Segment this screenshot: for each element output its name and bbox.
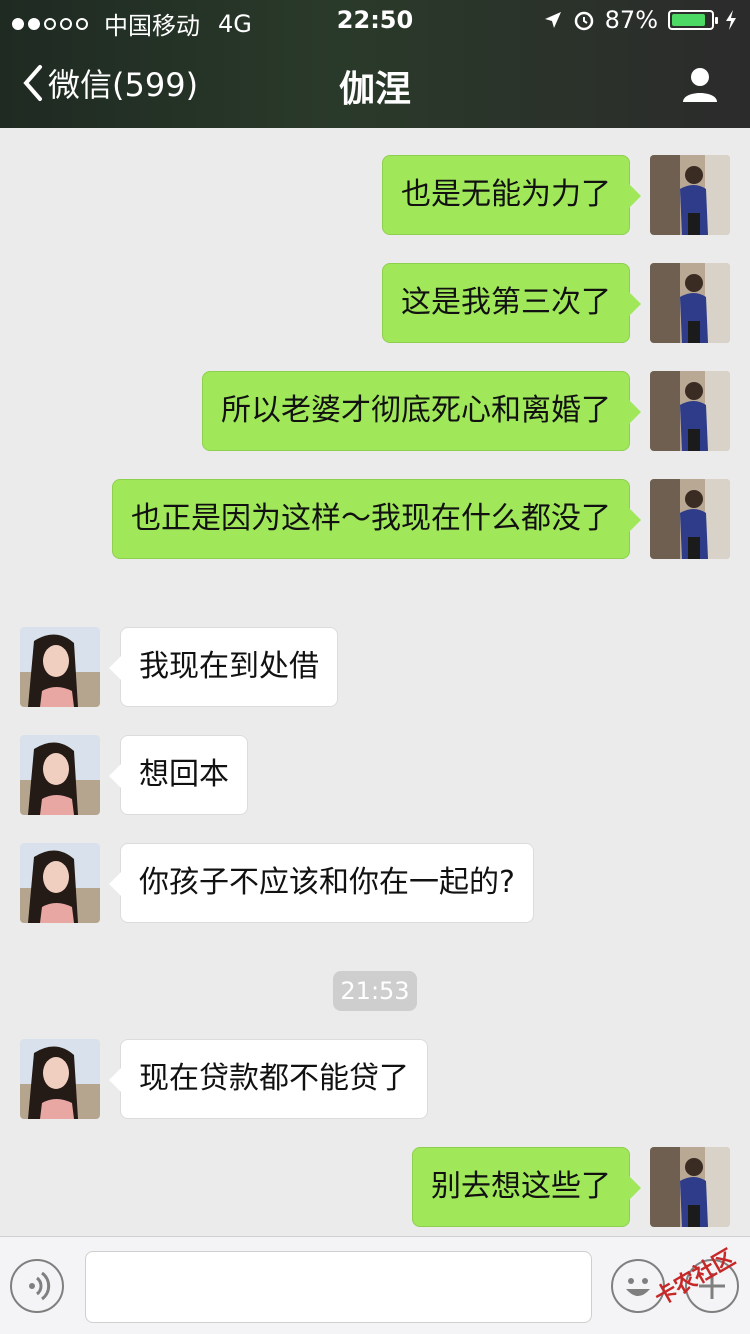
my-avatar[interactable] <box>650 479 730 559</box>
message-bubble[interactable]: 别去想这些了 <box>412 1147 641 1227</box>
my-message: 这是我第三次了 <box>382 263 730 343</box>
message-input[interactable] <box>85 1251 592 1323</box>
nav-bar: 微信(599) 伽涅 <box>0 40 750 128</box>
message-bubble[interactable]: 这是我第三次了 <box>382 263 641 343</box>
contact-avatar[interactable] <box>20 735 100 815</box>
header: 中国移动 4G 22:50 87% 微信(599) 伽涅 <box>0 0 750 128</box>
my-avatar[interactable] <box>650 263 730 343</box>
chevron-left-icon <box>23 65 42 101</box>
time-divider: 21:53 <box>333 971 417 1011</box>
my-message: 所以老婆才彻底死心和离婚了 <box>202 371 730 451</box>
contact-message: 我现在到处借 <box>20 627 338 707</box>
my-message: 也是无能为力了 <box>382 155 730 235</box>
contact-avatar[interactable] <box>20 627 100 707</box>
voice-icon <box>29 1271 51 1301</box>
message-bubble[interactable]: 也正是因为这样～我现在什么都没了 <box>112 479 641 559</box>
message-bubble[interactable]: 我现在到处借 <box>109 627 338 707</box>
contact-message: 现在贷款都不能贷了 <box>20 1039 428 1119</box>
message-bubble[interactable]: 也是无能为力了 <box>382 155 641 235</box>
my-message: 也正是因为这样～我现在什么都没了 <box>112 479 730 559</box>
alarm-icon <box>574 11 593 31</box>
input-bar <box>0 1236 750 1334</box>
message-bubble[interactable]: 想回本 <box>109 735 248 815</box>
message-bubble[interactable]: 所以老婆才彻底死心和离婚了 <box>202 371 641 451</box>
message-bubble[interactable]: 现在贷款都不能贷了 <box>109 1039 428 1119</box>
status-bar: 中国移动 4G 22:50 87% <box>0 0 750 40</box>
charging-icon <box>726 10 736 30</box>
my-avatar[interactable] <box>650 371 730 451</box>
contact-message: 想回本 <box>20 735 248 815</box>
location-icon <box>544 12 561 28</box>
my-avatar[interactable] <box>650 1147 730 1227</box>
contact-avatar[interactable] <box>20 843 100 923</box>
contact-message: 你孩子不应该和你在一起的? <box>20 843 534 923</box>
voice-button[interactable] <box>10 1259 64 1313</box>
contact-profile-icon[interactable] <box>680 64 720 104</box>
message-bubble[interactable]: 你孩子不应该和你在一起的? <box>109 843 534 923</box>
battery-icon <box>668 10 718 30</box>
back-button[interactable]: 微信(599) <box>20 60 198 106</box>
back-label: 微信(599) <box>48 66 199 104</box>
my-message: 别去想这些了 <box>412 1147 730 1227</box>
contact-avatar[interactable] <box>20 1039 100 1119</box>
battery-percent: 87% <box>604 6 658 34</box>
my-avatar[interactable] <box>650 155 730 235</box>
